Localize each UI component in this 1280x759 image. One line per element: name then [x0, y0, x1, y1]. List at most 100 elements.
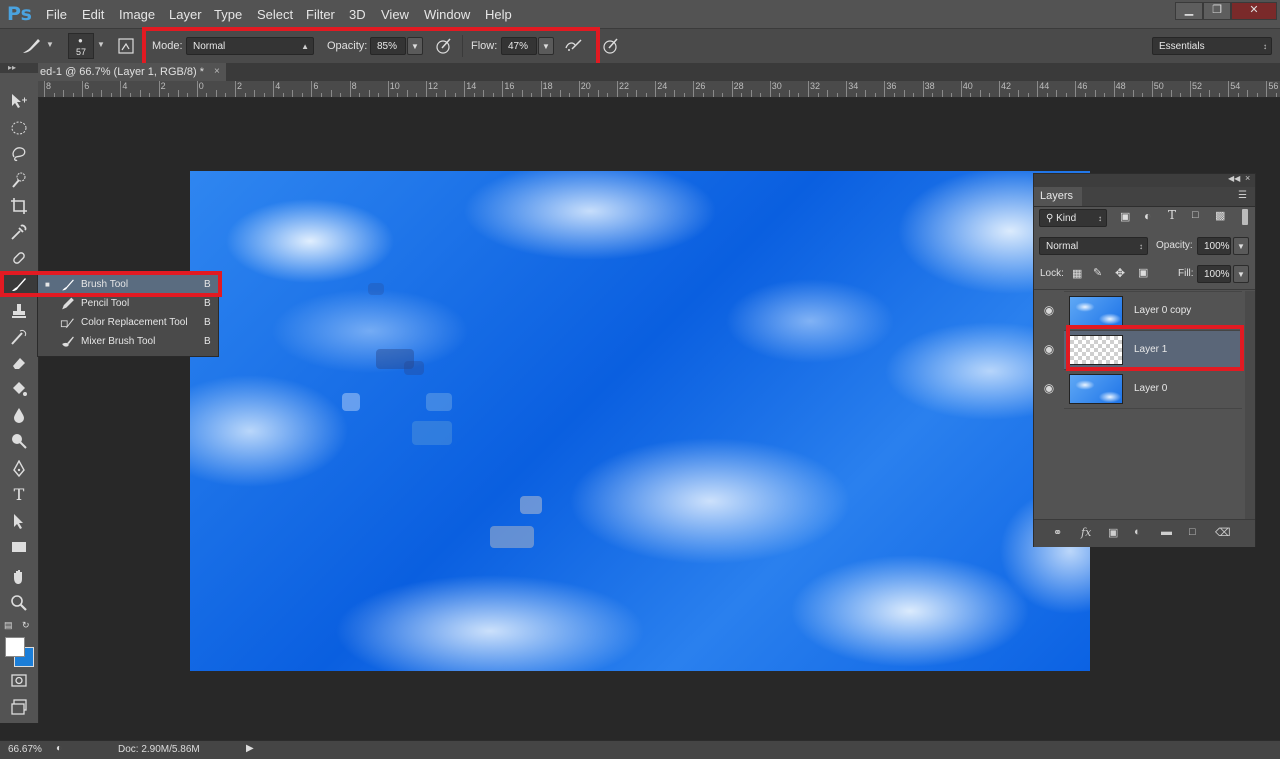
visibility-eye-icon[interactable]: ◉ — [1034, 369, 1064, 407]
lock-position-icon[interactable]: ✥ — [1115, 266, 1125, 280]
zoom-level[interactable]: 66.67% — [8, 744, 42, 755]
flyout-item-shortcut: B — [204, 317, 211, 328]
lasso-tool-icon[interactable] — [8, 144, 30, 164]
menu-type[interactable]: Type — [214, 7, 242, 22]
filter-smart-object-icon[interactable]: ▩ — [1215, 209, 1225, 222]
adjustment-layer-icon[interactable]: ◐ — [1134, 526, 1141, 538]
link-layers-icon[interactable]: ⚭ — [1053, 526, 1062, 539]
layer-opacity-slider-button[interactable]: ▼ — [1233, 237, 1249, 255]
close-panel-icon[interactable]: × — [1245, 173, 1250, 183]
menu-select[interactable]: Select — [257, 7, 293, 22]
healing-brush-tool-icon[interactable] — [8, 248, 30, 268]
filter-toggle-switch[interactable] — [1242, 209, 1248, 225]
airbrush-icon[interactable] — [563, 36, 585, 56]
default-colors-icon[interactable]: ▤ — [4, 620, 13, 631]
fill-input[interactable]: 100% — [1197, 265, 1231, 283]
restore-button[interactable]: ❐ — [1203, 2, 1231, 20]
zoom-tool-icon[interactable] — [8, 593, 30, 613]
filter-pixel-icon[interactable]: ▣ — [1120, 210, 1130, 223]
pressure-opacity-icon[interactable] — [434, 36, 454, 56]
filter-shape-icon[interactable]: □ — [1192, 209, 1199, 221]
menu-image[interactable]: Image — [119, 7, 155, 22]
toolbar-collapse-icon[interactable]: ▸▸ — [0, 63, 38, 73]
menu-view[interactable]: View — [381, 7, 409, 22]
status-menu-arrow-icon[interactable]: ▶ — [246, 743, 254, 754]
eraser-tool-icon[interactable] — [8, 353, 30, 373]
screen-mode-icon[interactable] — [8, 697, 30, 717]
brush-preset-icon[interactable] — [20, 36, 42, 56]
brush-panel-icon[interactable] — [117, 37, 135, 55]
blur-tool-icon[interactable] — [8, 405, 30, 425]
crop-tool-icon[interactable] — [8, 196, 30, 216]
flyout-item-mixer-brush-tool[interactable]: Mixer Brush Tool B — [38, 332, 218, 351]
menu-filter[interactable]: Filter — [306, 7, 335, 22]
fill-slider-button[interactable]: ▼ — [1233, 265, 1249, 283]
status-share-icon[interactable]: ◐ — [56, 743, 62, 754]
blend-mode-dropdown[interactable]: Normal ↕ — [1039, 237, 1148, 255]
menu-layer[interactable]: Layer — [169, 7, 202, 22]
flyout-item-label: Color Replacement Tool — [81, 317, 188, 328]
ruler-minor-tick — [301, 93, 303, 97]
brush-size-picker[interactable]: ● 57 — [68, 33, 94, 59]
lock-transparent-pixels-icon[interactable]: ▦ — [1072, 267, 1082, 280]
marquee-tool-icon[interactable] — [8, 118, 30, 138]
brush-stroke — [342, 393, 360, 411]
ruler-minor-tick — [903, 90, 905, 97]
new-layer-icon[interactable]: □ — [1189, 526, 1196, 538]
close-button[interactable]: ✕ — [1231, 2, 1277, 20]
mode-dropdown[interactable]: Normal ▲ — [186, 37, 314, 55]
menu-file[interactable]: File — [46, 7, 67, 22]
flow-input[interactable]: 47% — [501, 37, 537, 55]
workspace-dropdown[interactable]: Essentials ↕ — [1152, 37, 1272, 55]
clone-stamp-tool-icon[interactable] — [8, 301, 30, 321]
layers-scrollbar[interactable] — [1245, 291, 1255, 519]
hand-tool-icon[interactable] — [8, 567, 30, 587]
rectangle-tool-icon[interactable] — [8, 537, 30, 557]
quick-selection-tool-icon[interactable] — [8, 170, 30, 190]
pen-tool-icon[interactable] — [8, 459, 30, 479]
opacity-slider-button[interactable]: ▼ — [407, 37, 423, 55]
document-tab[interactable]: ed-1 @ 66.7% (Layer 1, RGB/8) * × — [38, 63, 226, 81]
move-tool-icon[interactable] — [8, 91, 30, 111]
document-canvas[interactable] — [190, 171, 1090, 671]
flow-slider-button[interactable]: ▼ — [538, 37, 554, 55]
menu-edit[interactable]: Edit — [82, 7, 104, 22]
paint-bucket-tool-icon[interactable] — [8, 379, 30, 399]
close-document-icon[interactable]: × — [214, 63, 220, 81]
minimize-button[interactable]: ▁ — [1175, 2, 1203, 20]
menu-help[interactable]: Help — [485, 7, 512, 22]
visibility-eye-icon[interactable]: ◉ — [1034, 291, 1064, 329]
pressure-size-icon[interactable] — [601, 36, 621, 56]
ruler-minor-tick — [139, 90, 141, 97]
lock-image-pixels-icon[interactable]: ✎ — [1093, 266, 1102, 279]
brush-size-arrow-icon[interactable]: ▼ — [97, 40, 105, 49]
type-tool-icon[interactable]: T — [8, 485, 30, 505]
layer-row-layer-0[interactable]: Layer 0 — [1064, 369, 1242, 409]
lock-all-icon[interactable]: ▣ — [1138, 266, 1148, 279]
layer-opacity-input[interactable]: 100% — [1197, 237, 1231, 255]
quick-mask-icon[interactable] — [8, 670, 30, 690]
filter-adjustment-icon[interactable]: ◐ — [1144, 209, 1151, 223]
flyout-item-color-replacement-tool[interactable]: Color Replacement Tool B — [38, 313, 218, 332]
add-mask-icon[interactable]: ▣ — [1108, 526, 1118, 539]
new-group-icon[interactable]: ▬ — [1161, 526, 1172, 538]
ruler-minor-tick — [416, 93, 418, 97]
history-brush-tool-icon[interactable] — [8, 327, 30, 347]
menu-3d[interactable]: 3D — [349, 7, 366, 22]
swap-colors-icon[interactable]: ↻ — [22, 620, 30, 631]
foreground-color-swatch[interactable] — [5, 637, 25, 657]
menu-window[interactable]: Window — [424, 7, 470, 22]
filter-type-icon[interactable]: T — [1168, 208, 1176, 222]
visibility-eye-icon[interactable]: ◉ — [1034, 330, 1064, 368]
panel-menu-icon[interactable]: ☰ — [1238, 190, 1247, 201]
opacity-input[interactable]: 85% — [370, 37, 406, 55]
layer-style-icon[interactable]: fx — [1081, 526, 1091, 539]
dodge-tool-icon[interactable] — [8, 431, 30, 451]
tool-preset-arrow-icon[interactable]: ▼ — [46, 40, 54, 49]
collapse-panel-icon[interactable]: ◀◀ — [1228, 174, 1240, 183]
tab-layers[interactable]: Layers — [1034, 187, 1082, 206]
delete-layer-icon[interactable]: ⌫ — [1215, 526, 1231, 539]
filter-kind-dropdown[interactable]: ⚲ Kind ↕ — [1039, 209, 1107, 227]
eyedropper-tool-icon[interactable] — [8, 222, 30, 242]
path-selection-tool-icon[interactable] — [8, 511, 30, 531]
